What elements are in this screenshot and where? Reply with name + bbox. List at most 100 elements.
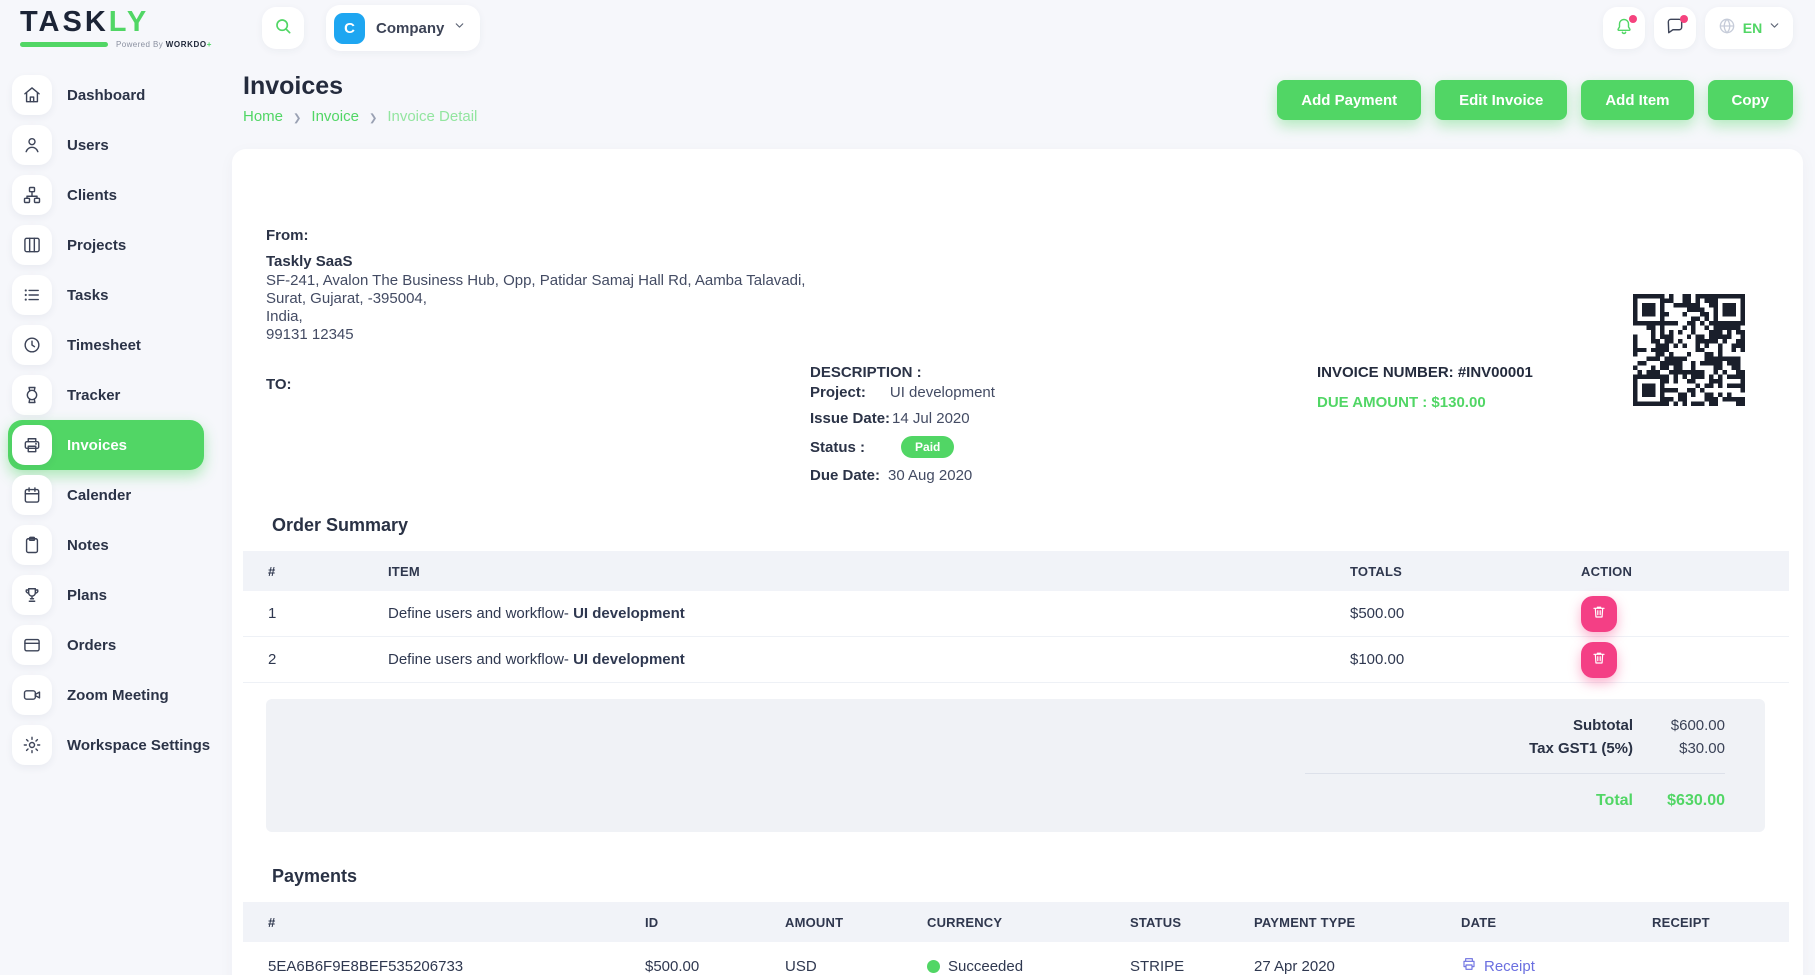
due-date-value: 30 Aug 2020: [888, 467, 972, 484]
sidebar-item-invoices[interactable]: Invoices: [8, 420, 204, 470]
subtotal-value: $600.00: [1633, 717, 1725, 734]
tax-label: Tax GST1 (5%): [1529, 740, 1633, 757]
due-amount: DUE AMOUNT : $130.00: [1317, 394, 1533, 411]
breadcrumb-separator: [369, 108, 377, 125]
column-header: CURRENCY: [902, 915, 1105, 930]
table-row: 1 Define users and workflow- UI developm…: [243, 591, 1789, 637]
company-selector[interactable]: C Company: [326, 5, 480, 51]
sidebar-item-workspace-settings[interactable]: Workspace Settings: [0, 720, 226, 770]
home-icon: [12, 75, 52, 115]
sidebar-item-label: Projects: [67, 237, 126, 254]
total-label: Total: [1596, 792, 1633, 810]
sidebar-item-plans[interactable]: Plans: [0, 570, 226, 620]
kanban-icon: [12, 225, 52, 265]
powered-by-label: Powered By WORKDO+: [116, 40, 212, 49]
main-content: Invoices Home Invoice Invoice Detail Add…: [226, 56, 1815, 975]
from-address-line: Surat, Gujarat, -395004,: [266, 290, 1773, 308]
sidebar-item-timesheet[interactable]: Timesheet: [0, 320, 226, 370]
sidebar-item-label: Users: [67, 137, 109, 154]
sidebar-item-zoom-meeting[interactable]: Zoom Meeting: [0, 670, 226, 720]
delete-item-button[interactable]: [1581, 596, 1617, 632]
sitemap-icon: [12, 175, 52, 215]
sidebar-item-dashboard[interactable]: Dashboard: [0, 70, 226, 120]
sidebar-item-label: Workspace Settings: [67, 737, 210, 754]
invoice-number: INVOICE NUMBER: #INV00001: [1317, 364, 1533, 381]
invoice-card: From: Taskly SaaS SF-241, Avalon The Bus…: [232, 149, 1803, 975]
table-row: 2 Define users and workflow- UI developm…: [243, 637, 1789, 683]
sidebar-item-tracker[interactable]: Tracker: [0, 370, 226, 420]
sidebar-item-label: Tasks: [67, 287, 108, 304]
sidebar-item-projects[interactable]: Projects: [0, 220, 226, 270]
sidebar-item-label: Invoices: [67, 437, 127, 454]
trash-icon: [1591, 604, 1607, 623]
sidebar-item-label: Clients: [67, 187, 117, 204]
payment-date-cell: 27 Apr 2020: [1229, 958, 1436, 975]
sidebar-item-label: Timesheet: [67, 337, 141, 354]
globe-icon: [1717, 16, 1737, 41]
sidebar-item-clients[interactable]: Clients: [0, 170, 226, 220]
from-label: From:: [266, 227, 1773, 244]
add-payment-button[interactable]: Add Payment: [1277, 80, 1421, 120]
copy-button[interactable]: Copy: [1708, 80, 1794, 120]
sidebar-item-tasks[interactable]: Tasks: [0, 270, 226, 320]
language-label: EN: [1743, 20, 1762, 36]
table-row: 5EA6B6F9E8BEF535206733 $500.00 USD Succe…: [243, 942, 1789, 975]
card-icon: [12, 625, 52, 665]
order-summary-title: Order Summary: [266, 515, 1773, 536]
add-item-button[interactable]: Add Item: [1581, 80, 1693, 120]
app-logo[interactable]: TASKLY Powered By WORKDO+: [0, 8, 226, 49]
messages-button[interactable]: [1654, 7, 1696, 49]
sidebar: Dashboard Users Clients Projects Tasks Timesh…: [0, 56, 226, 975]
company-name: Company: [376, 20, 444, 37]
gear-icon: [12, 725, 52, 765]
page-title: Invoices: [243, 72, 477, 101]
status-label: Status :: [810, 439, 865, 456]
receipt-link[interactable]: Receipt: [1461, 956, 1627, 975]
logo-underline: [20, 42, 108, 47]
sidebar-item-orders[interactable]: Orders: [0, 620, 226, 670]
breadcrumb: Home Invoice Invoice Detail: [243, 108, 477, 125]
trophy-icon: [12, 575, 52, 615]
from-company-name: Taskly SaaS: [266, 253, 1773, 270]
column-header: PAYMENT TYPE: [1229, 915, 1436, 930]
delete-item-button[interactable]: [1581, 642, 1617, 678]
breadcrumb-home[interactable]: Home: [243, 108, 283, 125]
search-button[interactable]: [262, 7, 304, 49]
edit-invoice-button[interactable]: Edit Invoice: [1435, 80, 1567, 120]
breadcrumb-separator: [293, 108, 301, 125]
from-address-line: India,: [266, 308, 1773, 326]
printer-icon: [12, 425, 52, 465]
total-cell: $500.00: [1325, 605, 1556, 622]
item-cell: Define users and workflow- UI developmen…: [363, 605, 1325, 622]
invoice-number-block: INVOICE NUMBER: #INV00001 DUE AMOUNT : $…: [1317, 364, 1533, 411]
column-header: #: [243, 915, 620, 930]
invoice-qr-code: [1633, 294, 1745, 406]
notification-dot: [1629, 15, 1637, 23]
total-value: $630.00: [1633, 792, 1725, 810]
column-header: TOTALS: [1325, 564, 1556, 579]
sidebar-item-users[interactable]: Users: [0, 120, 226, 170]
language-selector[interactable]: EN: [1705, 7, 1793, 49]
invoice-from-block: From: Taskly SaaS SF-241, Avalon The Bus…: [266, 227, 1773, 393]
sidebar-item-label: Tracker: [67, 387, 120, 404]
project-value: UI development: [890, 384, 995, 401]
column-header: RECEIPT: [1627, 915, 1789, 930]
trash-icon: [1591, 650, 1607, 669]
column-header: ITEM: [363, 564, 1325, 579]
sidebar-item-label: Orders: [67, 637, 116, 654]
from-address-line: SF-241, Avalon The Business Hub, Opp, Pa…: [266, 272, 1773, 290]
order-summary-table: # ITEM TOTALS ACTION 1 Define users and …: [243, 551, 1789, 683]
user-icon: [12, 125, 52, 165]
sidebar-item-label: Notes: [67, 537, 109, 554]
payment-gateway-cell: STRIPE: [1105, 958, 1229, 975]
sidebar-item-calender[interactable]: Calender: [0, 470, 226, 520]
sidebar-item-label: Dashboard: [67, 87, 145, 104]
subtotal-label: Subtotal: [1573, 717, 1633, 734]
status-badge: Paid: [901, 436, 954, 458]
company-avatar: C: [334, 13, 365, 44]
breadcrumb-invoice[interactable]: Invoice: [311, 108, 359, 125]
notifications-button[interactable]: [1603, 7, 1645, 49]
sidebar-item-notes[interactable]: Notes: [0, 520, 226, 570]
sidebar-item-label: Calender: [67, 487, 131, 504]
payment-status-cell: Succeeded: [902, 958, 1105, 975]
